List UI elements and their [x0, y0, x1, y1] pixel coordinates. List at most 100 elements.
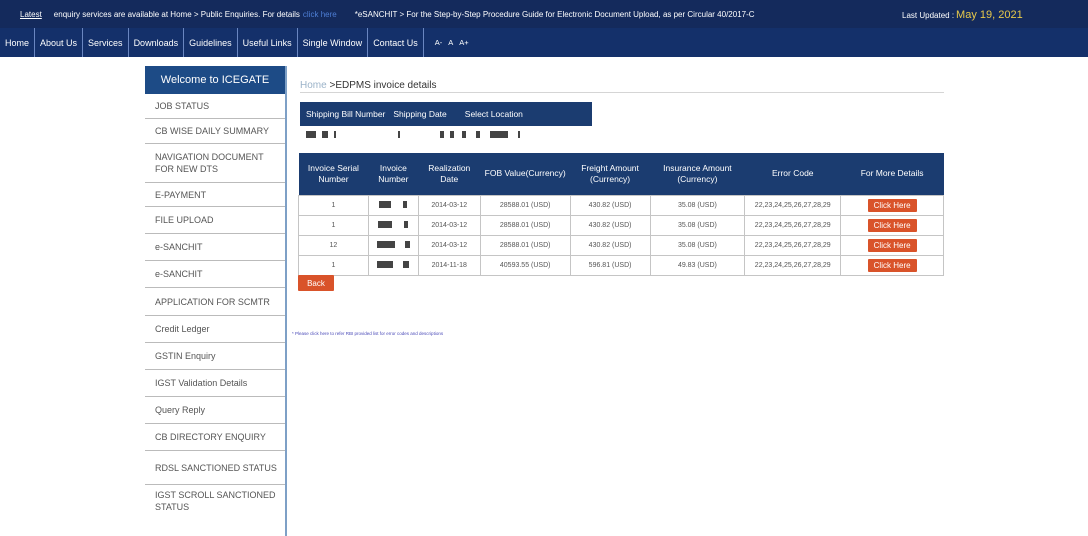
sidebar: Welcome to ICEGATE JOB STATUS CB WISE DA…	[145, 66, 287, 536]
sidebar-item-cb-directory[interactable]: CB DIRECTORY ENQUIRY	[145, 424, 285, 451]
cell-action: Click Here	[840, 214, 944, 236]
col-insurance-amount: Insurance Amount (Currency)	[650, 153, 745, 195]
cell-fob: 28588.01 (USD)	[479, 234, 571, 256]
cell-date: 2014-11-18	[417, 254, 481, 276]
redacted-value	[404, 221, 409, 229]
font-size-controls: A- A A+	[432, 28, 472, 57]
redacted-value	[377, 261, 394, 269]
cell-error-code: 22,23,24,25,26,27,28,29	[744, 234, 842, 256]
sidebar-item-application-scmtr[interactable]: APPLICATION FOR SCMTR	[145, 288, 285, 316]
cell-error-code: 22,23,24,25,26,27,28,29	[744, 254, 842, 276]
shipping-bill-table: Shipping Bill Number Shipping Date Selec…	[300, 102, 592, 142]
sidebar-item-gstin-enquiry[interactable]: GSTIN Enquiry	[145, 343, 285, 370]
sidebar-item-e-payment[interactable]: E-PAYMENT	[145, 183, 285, 207]
sidebar-item-igst-scroll[interactable]: IGST SCROLL SANCTIONED STATUS	[145, 485, 285, 516]
redacted-value	[334, 130, 336, 138]
error-codes-note-link[interactable]: * Please click here to refer RBI provide…	[292, 331, 443, 336]
cell-serial: 1	[298, 194, 369, 216]
nav-guidelines[interactable]: Guidelines	[184, 28, 238, 57]
cell-serial: 1	[298, 214, 369, 236]
cell-insurance: 35.08 (USD)	[649, 194, 746, 216]
shipping-bill-header: Shipping Bill Number Shipping Date Selec…	[300, 102, 592, 126]
sidebar-item-credit-ledger[interactable]: Credit Ledger	[145, 316, 285, 343]
cell-error-code: 22,23,24,25,26,27,28,29	[744, 214, 842, 236]
col-more-details: For More Details	[840, 153, 944, 195]
cell-freight: 430.82 (USD)	[569, 234, 651, 256]
click-here-button[interactable]: Click Here	[867, 258, 917, 272]
table-row: 1 2014-03-12 28588.01 (USD) 430.82 (USD)…	[298, 214, 944, 236]
nav-single-window[interactable]: Single Window	[298, 28, 369, 57]
click-here-button[interactable]: Click Here	[867, 198, 917, 212]
redacted-value	[450, 130, 454, 138]
redacted-value	[404, 241, 410, 249]
nav-home[interactable]: Home	[0, 28, 36, 57]
cell-serial: 1	[298, 254, 369, 276]
last-updated-label: Last Updated :	[902, 11, 955, 20]
col-freight-amount: Freight Amount (Currency)	[570, 153, 650, 195]
sidebar-item-job-status[interactable]: JOB STATUS	[145, 94, 285, 119]
last-updated-date: May 19, 2021	[956, 9, 1023, 21]
breadcrumb-divider	[300, 92, 944, 93]
redacted-value	[306, 130, 316, 138]
select-location-header: Select Location	[464, 109, 523, 119]
main-nav: Home About Us Services Downloads Guideli…	[0, 28, 1088, 57]
table-row: 1 2014-11-18 40593.55 (USD) 596.81 (USD)…	[298, 254, 944, 276]
redacted-value	[403, 261, 410, 269]
sidebar-welcome: Welcome to ICEGATE	[145, 66, 285, 94]
breadcrumb-home[interactable]: Home	[300, 80, 327, 91]
cell-insurance: 49.83 (USD)	[649, 254, 746, 276]
cell-date: 2014-03-12	[417, 234, 481, 256]
cell-insurance: 35.08 (USD)	[649, 234, 746, 256]
cell-action: Click Here	[840, 254, 944, 276]
shipping-bill-row	[300, 126, 592, 142]
redacted-value	[398, 130, 400, 138]
sidebar-item-navigation-document[interactable]: NAVIGATION DOCUMENT FOR NEW DTS	[145, 144, 285, 183]
nav-contact-us[interactable]: Contact Us	[368, 28, 424, 57]
invoice-table-header: Invoice Serial Number Invoice Number Rea…	[298, 153, 944, 195]
news-ticker: Latest enquiry services are available at…	[0, 0, 1088, 28]
table-row: 12 2014-03-12 28588.01 (USD) 430.82 (USD…	[298, 234, 944, 256]
cell-freight: 430.82 (USD)	[569, 214, 651, 236]
cell-fob: 40593.55 (USD)	[479, 254, 571, 276]
redacted-value	[476, 130, 480, 138]
ticker-message-esanchit[interactable]: *eSANCHIT > For the Step-by-Step Procedu…	[355, 10, 755, 19]
cell-serial: 12	[298, 234, 369, 256]
cell-invoice-number	[367, 194, 419, 216]
sidebar-item-e-sanchit-2[interactable]: e-SANCHIT	[145, 261, 285, 288]
nav-services[interactable]: Services	[83, 28, 129, 57]
shipping-bill-number-header: Shipping Bill Number	[306, 109, 386, 119]
ticker-label[interactable]: Latest	[20, 10, 42, 19]
col-invoice-number: Invoice Number	[368, 153, 419, 195]
cell-invoice-number	[367, 234, 419, 256]
sidebar-item-igst-validation[interactable]: IGST Validation Details	[145, 370, 285, 397]
sidebar-item-file-upload[interactable]: FILE UPLOAD	[145, 207, 285, 234]
redacted-value	[322, 130, 328, 138]
col-invoice-serial: Invoice Serial Number	[298, 153, 369, 195]
cell-action: Click Here	[840, 234, 944, 256]
ticker-link[interactable]: click here	[303, 10, 337, 19]
cell-freight: 596.81 (USD)	[569, 254, 651, 276]
font-reset-button[interactable]: A	[448, 38, 453, 47]
click-here-button[interactable]: Click Here	[867, 238, 917, 252]
nav-useful-links[interactable]: Useful Links	[238, 28, 298, 57]
redacted-value	[440, 130, 444, 138]
redacted-value	[376, 241, 395, 249]
cell-freight: 430.82 (USD)	[569, 194, 651, 216]
back-button[interactable]: Back	[298, 275, 334, 291]
last-updated: Last Updated : May 19, 2021	[902, 9, 1023, 21]
nav-about-us[interactable]: About Us	[35, 28, 84, 57]
sidebar-item-cb-wise-daily-summary[interactable]: CB WISE DAILY SUMMARY	[145, 119, 285, 144]
cell-fob: 28588.01 (USD)	[479, 214, 571, 236]
click-here-button[interactable]: Click Here	[867, 218, 917, 232]
nav-downloads[interactable]: Downloads	[129, 28, 185, 57]
col-realization-date: Realization Date	[418, 153, 481, 195]
font-increase-button[interactable]: A+	[459, 38, 468, 47]
ticker-message: enquiry services are available at Home >…	[53, 9, 300, 19]
breadcrumb-current: EDPMS invoice details	[335, 80, 437, 91]
sidebar-item-e-sanchit[interactable]: e-SANCHIT	[145, 234, 285, 261]
table-row: 1 2014-03-12 28588.01 (USD) 430.82 (USD)…	[298, 194, 944, 216]
sidebar-item-rdsl-sanctioned[interactable]: RDSL SANCTIONED STATUS	[145, 451, 285, 485]
cell-date: 2014-03-12	[417, 194, 481, 216]
font-decrease-button[interactable]: A-	[435, 38, 443, 47]
sidebar-item-query-reply[interactable]: Query Reply	[145, 397, 285, 424]
